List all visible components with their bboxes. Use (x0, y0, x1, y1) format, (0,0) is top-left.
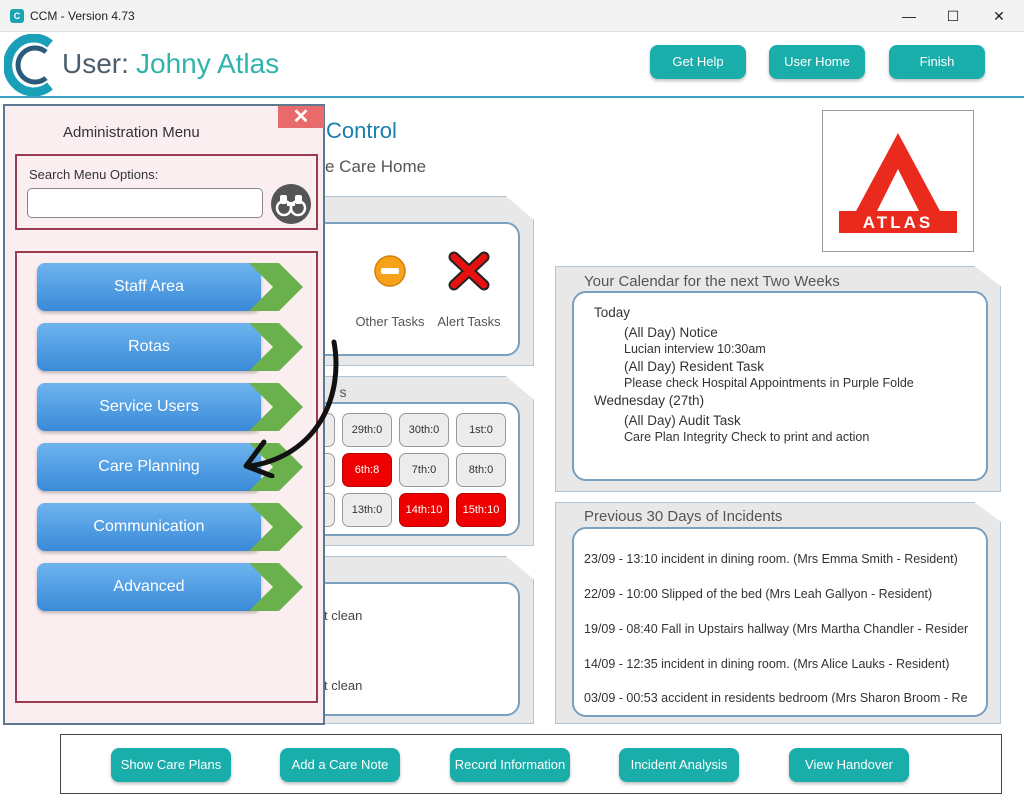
calendar-entry[interactable]: (All Day) Audit Task (594, 412, 974, 429)
incident-analysis-button[interactable]: Incident Analysis (619, 748, 739, 782)
incidents-panel-title: Previous 30 Days of Incidents (584, 508, 783, 525)
user-home-button[interactable]: User Home (769, 45, 865, 79)
incident-row[interactable]: 22/09 - 10:00 Slipped of the bed (Mrs Le… (584, 587, 984, 601)
minimize-icon[interactable]: — (886, 0, 932, 32)
company-logo: ATLAS (822, 110, 974, 252)
page-subtitle: e Care Home (325, 157, 427, 176)
add-care-note-button[interactable]: Add a Care Note (280, 748, 400, 782)
calendar-day: Today (594, 305, 631, 320)
window-titlebar: C CCM - Version 4.73 — ☐ ✕ (0, 0, 1024, 32)
get-help-button[interactable]: Get Help (650, 45, 746, 79)
binoculars-icon (275, 195, 307, 217)
user-label: User: (62, 48, 129, 79)
record-information-button[interactable]: Record Information (450, 748, 570, 782)
calendar-entry[interactable]: Care Plan Integrity Check to print and a… (594, 429, 974, 446)
calendar-cell[interactable]: 8th:0 (456, 453, 506, 487)
search-input[interactable] (27, 188, 263, 218)
calendar-cell[interactable]: 30th:0 (399, 413, 449, 447)
admin-menu-title: Administration Menu (63, 124, 200, 141)
finish-button[interactable]: Finish (889, 45, 985, 79)
incident-row[interactable]: 19/09 - 08:40 Fall in Upstairs hallway (… (584, 622, 984, 636)
incident-row[interactable]: 23/09 - 13:10 incident in dining room. (… (584, 552, 984, 566)
user-name: Johny Atlas (136, 48, 280, 79)
chevron-right-icon (249, 503, 303, 551)
alert-x-icon[interactable] (448, 251, 490, 291)
cleaning-panel-body (300, 582, 520, 716)
menu-item-label: Advanced (37, 563, 261, 611)
menu-item-label: Service Users (37, 383, 261, 431)
minus-circle-icon[interactable] (373, 254, 407, 288)
chevron-right-icon (249, 263, 303, 311)
view-handover-button[interactable]: View Handover (789, 748, 909, 782)
close-menu-button[interactable]: ✕ (278, 106, 324, 128)
calendar-list[interactable]: Today (All Day) Notice Lucian interview … (594, 304, 974, 464)
calendar-cell[interactable]: 15th:10 (456, 493, 506, 527)
incident-row[interactable]: 03/09 - 00:53 accident in residents bedr… (584, 691, 984, 703)
atlas-logo-icon: ATLAS (839, 133, 957, 233)
calendar-day: Wednesday (27th) (594, 393, 705, 408)
calendar-cell[interactable]: 6th:8 (342, 453, 392, 487)
menu-item-label: Care Planning (37, 443, 261, 491)
header-divider (0, 96, 1024, 98)
incident-row[interactable]: 14/09 - 12:35 incident in dining room. (… (584, 657, 984, 671)
window-title: CCM - Version 4.73 (30, 9, 135, 23)
ccm-logo-icon (4, 34, 53, 96)
cleaning-item: t clean (324, 608, 363, 623)
calendar-cell[interactable]: 29th:0 (342, 413, 392, 447)
calendar-entry[interactable]: (All Day) Resident Task (594, 358, 974, 375)
calendar-cell[interactable]: 1st:0 (456, 413, 506, 447)
menu-item-advanced[interactable]: Advanced (37, 563, 303, 611)
cleaning-item: t clean (324, 678, 363, 693)
calendar-entry[interactable]: (All Day) Notice (594, 324, 974, 341)
alert-tasks-label[interactable]: Alert Tasks (432, 314, 506, 329)
chevron-right-icon (249, 563, 303, 611)
calendar-cell[interactable]: 7th:0 (399, 453, 449, 487)
annotation-arrow-icon (243, 339, 339, 478)
close-icon[interactable]: ✕ (976, 0, 1022, 32)
menu-item-staff-area[interactable]: Staff Area (37, 263, 303, 311)
search-button[interactable] (271, 184, 311, 224)
menu-item-label: Rotas (37, 323, 261, 371)
calendar-cell[interactable]: 14th:10 (399, 493, 449, 527)
search-label: Search Menu Options: (29, 167, 159, 182)
page-title: Control (326, 118, 397, 143)
other-tasks-label[interactable]: Other Tasks (352, 314, 428, 329)
calendar-entry[interactable]: Please check Hospital Appointments in Pu… (594, 375, 974, 392)
maximize-icon[interactable]: ☐ (930, 0, 976, 32)
search-section: Search Menu Options: (15, 154, 318, 230)
menu-item-label: Staff Area (37, 263, 261, 311)
app-icon: C (10, 9, 24, 23)
menu-item-communication[interactable]: Communication (37, 503, 303, 551)
calendar-entry[interactable]: Lucian interview 10:30am (594, 341, 974, 358)
logo-text: ATLAS (863, 213, 933, 232)
calendar-panel-title: Your Calendar for the next Two Weeks (584, 273, 840, 290)
menu-item-label: Communication (37, 503, 261, 551)
calendar-cell[interactable]: 13th:0 (342, 493, 392, 527)
show-care-plans-button[interactable]: Show Care Plans (111, 748, 231, 782)
